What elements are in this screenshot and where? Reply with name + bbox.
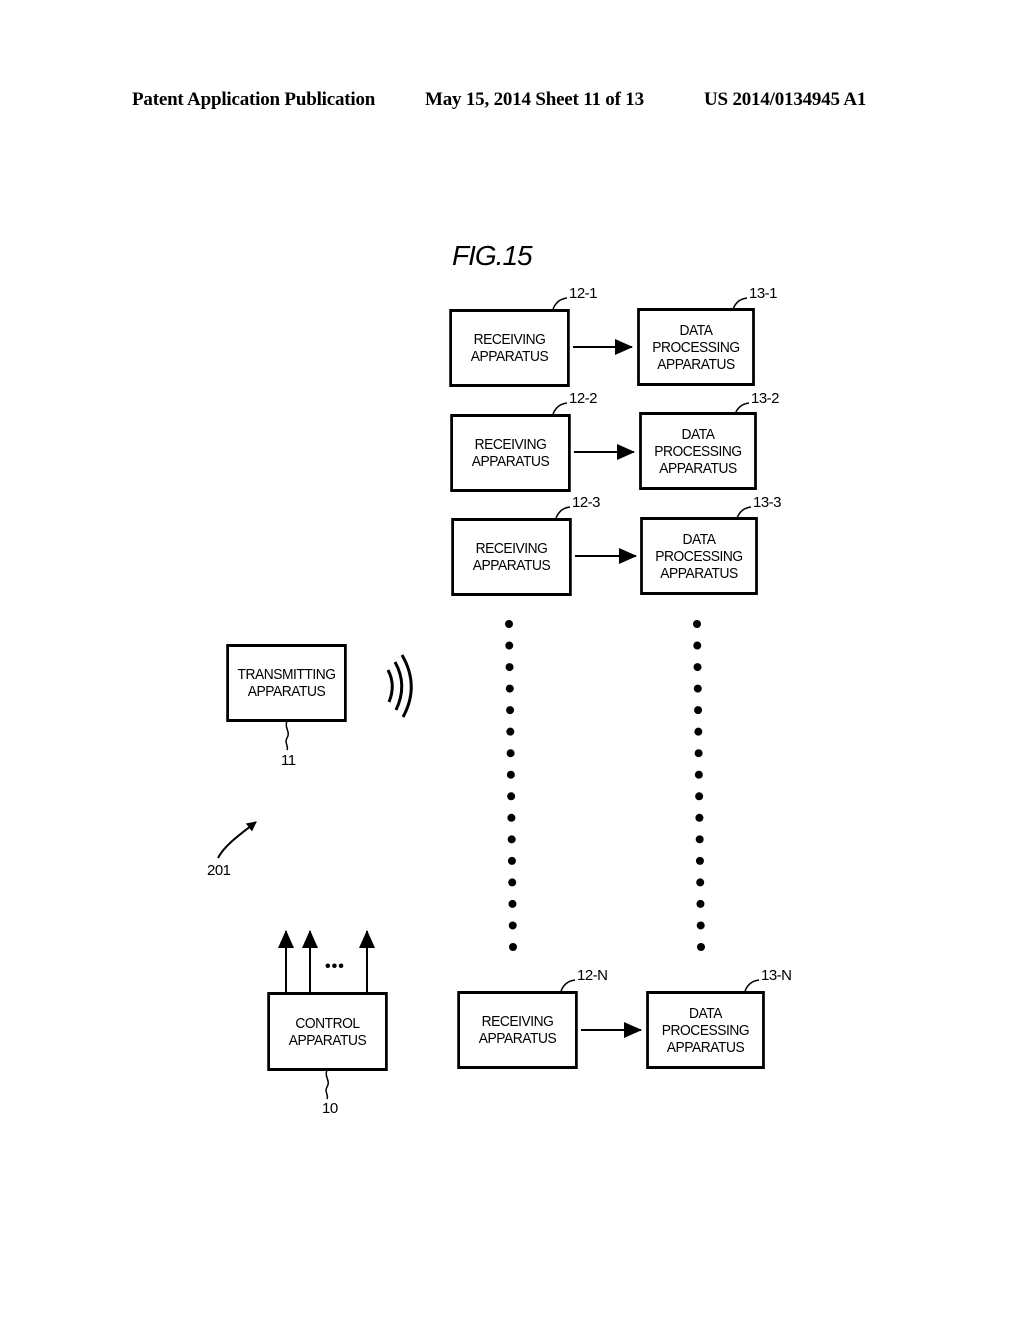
ref-11: 11: [281, 752, 296, 769]
receiving-apparatus-12-2: RECEIVING APPARATUS: [450, 414, 571, 492]
ellipsis-dot: [694, 770, 703, 779]
ellipsis-dot: [509, 943, 517, 951]
ellipsis-dot: [508, 921, 517, 930]
ellipsis-dot: [696, 878, 705, 887]
ellipsis-dot: [694, 727, 703, 736]
ellipsis-dot: [507, 813, 516, 822]
ref-13-2: 13-2: [751, 390, 780, 407]
box-label: TRANSMITTING APPARATUS: [237, 666, 336, 700]
receiving-apparatus-12-1: RECEIVING APPARATUS: [449, 309, 570, 387]
vertical-ellipsis-receivers: [505, 620, 517, 951]
ref-13-N: 13-N: [761, 967, 792, 984]
patent-number: US 2014/0134945 A1: [704, 89, 867, 110]
ref-12-3: 12-3: [572, 494, 601, 511]
data-processing-apparatus-13-1: DATA PROCESSING APPARATUS: [637, 308, 755, 386]
leader-12-1: [552, 297, 568, 310]
leader-12-N: [560, 979, 576, 992]
ellipsis-dot: [696, 899, 705, 908]
leader-10: [325, 1069, 330, 1100]
diagram-connectors: [217, 297, 760, 1100]
control-apparatus-10: CONTROL APPARATUS: [267, 992, 388, 1071]
ellipsis-dot: [693, 663, 702, 672]
data-processing-apparatus-13-3: DATA PROCESSING APPARATUS: [640, 517, 758, 595]
box-label: DATA PROCESSING APPARATUS: [655, 530, 743, 582]
ellipsis-dot: [507, 856, 516, 865]
leader-12-2: [552, 402, 568, 415]
ellipsis-dot: [505, 684, 514, 693]
ellipsis-dot: [693, 684, 702, 693]
system-arrow-201: [217, 821, 257, 859]
ellipsis-dot: [505, 641, 514, 650]
ref-12-N: 12-N: [577, 967, 608, 984]
leader-12-3: [555, 506, 571, 519]
ellipsis-dot: [694, 749, 703, 758]
ellipsis-dot: [695, 792, 704, 801]
wireless-waves-icon: [386, 654, 413, 718]
vertical-ellipsis-processors: [693, 620, 705, 951]
ref-12-1: 12-1: [569, 285, 598, 302]
data-processing-apparatus-13-2: DATA PROCESSING APPARATUS: [639, 412, 757, 490]
box-label: DATA PROCESSING APPARATUS: [654, 425, 742, 477]
ellipsis-dot: [694, 706, 703, 715]
ellipsis-dot: [506, 727, 515, 736]
ellipsis-dot: [697, 943, 705, 951]
leader-11: [285, 720, 290, 751]
box-label: DATA PROCESSING APPARATUS: [652, 321, 740, 373]
ellipsis-dot: [695, 813, 704, 822]
ellipsis-dot: [693, 641, 702, 650]
ellipsis-dot: [506, 706, 515, 715]
ref-12-2: 12-2: [569, 390, 598, 407]
box-label: CONTROL APPARATUS: [288, 1014, 367, 1049]
ellipsis-dot: [507, 792, 516, 801]
ellipsis-dot: [695, 856, 704, 865]
box-label: DATA PROCESSING APPARATUS: [661, 1004, 750, 1056]
ref-13-3: 13-3: [753, 494, 782, 511]
ellipsis-dot: [507, 835, 516, 844]
receiving-apparatus-12-3: RECEIVING APPARATUS: [451, 518, 572, 596]
ellipsis-dot: [695, 835, 704, 844]
ref-201: 201: [207, 862, 231, 879]
ellipsis-dot: [696, 921, 705, 930]
ref-10: 10: [322, 1100, 338, 1117]
ellipsis-dot: [508, 878, 517, 887]
ellipsis-dot: [693, 620, 701, 628]
leader-13-N: [744, 979, 760, 992]
ellipsis-dot: [506, 770, 515, 779]
box-label: RECEIVING APPARATUS: [471, 436, 550, 470]
data-processing-apparatus-13-N: DATA PROCESSING APPARATUS: [646, 991, 765, 1069]
publication-date-sheet: May 15, 2014 Sheet 11 of 13: [425, 89, 644, 110]
receiving-apparatus-12-N: RECEIVING APPARATUS: [457, 991, 578, 1069]
ellipsis-dot: [508, 899, 517, 908]
ellipsis-dot: [505, 620, 513, 628]
publication-type: Patent Application Publication: [132, 89, 376, 110]
ellipsis-dot: [506, 749, 515, 758]
control-outputs-ellipsis: •••: [325, 958, 345, 975]
transmitting-apparatus-11: TRANSMITTING APPARATUS: [226, 644, 347, 722]
box-label: RECEIVING APPARATUS: [478, 1013, 557, 1047]
box-label: RECEIVING APPARATUS: [470, 331, 549, 365]
figure-title: FIG.15: [452, 240, 533, 271]
ref-13-1: 13-1: [749, 285, 778, 302]
ellipsis-dot: [505, 663, 514, 672]
box-label: RECEIVING APPARATUS: [472, 540, 551, 574]
